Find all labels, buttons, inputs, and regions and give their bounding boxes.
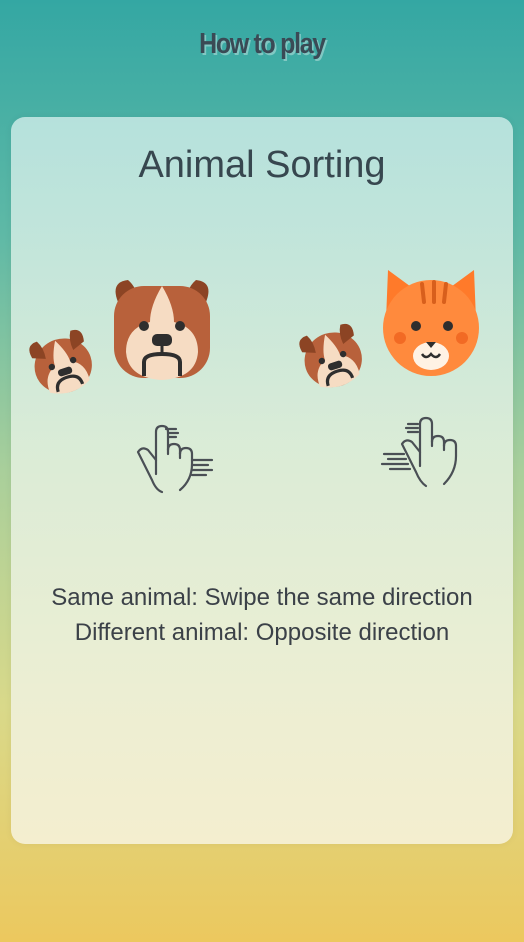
large-bulldog-icon bbox=[114, 280, 210, 380]
swipe-right-hand-icon bbox=[136, 424, 214, 494]
screen-title: How to play bbox=[199, 28, 326, 60]
small-bulldog-icon bbox=[29, 329, 92, 394]
instructions-text: Same animal: Swipe the same direction Di… bbox=[0, 580, 524, 650]
instruction-different-animal: Different animal: Opposite direction bbox=[74, 619, 450, 646]
game-title: Animal Sorting bbox=[138, 144, 386, 186]
swipe-left-hand-icon bbox=[380, 416, 458, 488]
small-bulldog-icon-2 bbox=[299, 323, 362, 388]
cat-icon bbox=[383, 270, 479, 376]
instruction-same-animal: Same animal: Swipe the same direction bbox=[51, 584, 473, 611]
